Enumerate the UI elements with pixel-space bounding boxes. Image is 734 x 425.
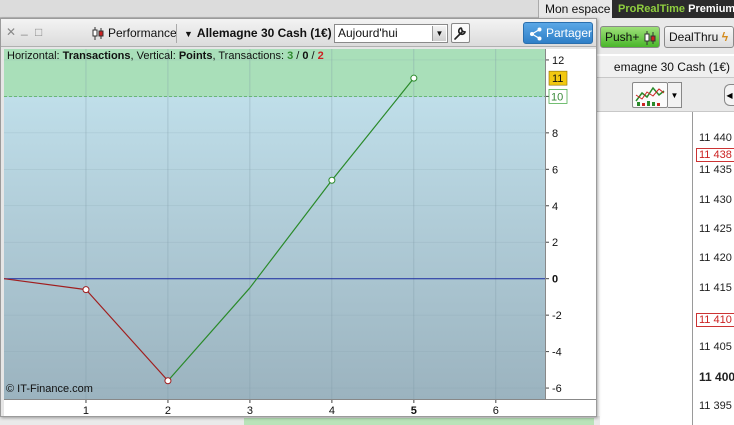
chart-canvas: [4, 49, 545, 399]
horizontal-value: Transactions: [62, 50, 131, 62]
last-value-label: 11: [552, 73, 563, 85]
x-tick-label: 4: [329, 405, 335, 417]
performance-chart: Horizontal: Transactions, Vertical: Poin…: [4, 49, 545, 399]
brand-tier: Premium: [688, 3, 734, 15]
price-level-label: 11 438: [696, 148, 734, 162]
performance-toolbar: ✕ _ □ Performance ▼ Allemagne 30 Cash (1€…: [1, 19, 596, 47]
wrench-icon: [454, 27, 467, 40]
push-plus-label: Push+: [605, 30, 640, 44]
dealthru-label: DealThru: [669, 30, 719, 44]
period-select[interactable]: Aujourd'hui ▼: [334, 24, 448, 43]
y-tick-label: -2: [552, 310, 562, 322]
performance-window: ✕ _ □ Performance ▼ Allemagne 30 Cash (1€…: [0, 18, 597, 417]
my-space-link[interactable]: Mon espace: [538, 0, 617, 18]
background-green-strip: [244, 418, 594, 425]
background-chart-toolbar: ▼ ◀: [596, 78, 734, 112]
performance-menu[interactable]: Performance: [91, 25, 177, 42]
add-indicator-button[interactable]: [632, 82, 668, 108]
plot-background: [4, 49, 545, 399]
minimize-window-icon[interactable]: _: [21, 23, 28, 35]
copyright-notice: © IT-Finance.com: [6, 383, 93, 395]
y-tick-label: 12: [552, 55, 564, 67]
data-point-marker: [410, 74, 418, 82]
y-tick-label: -6: [552, 383, 562, 395]
x-axis: 1 2 3 4 5 6: [4, 399, 596, 417]
chevron-down-icon: ▼: [184, 29, 193, 39]
chart-header: Horizontal: Transactions, Vertical: Poin…: [7, 50, 324, 62]
y-tick-label: 4: [552, 201, 558, 213]
brand-name: ProRealTime: [618, 3, 686, 15]
instrument-name: Allemagne 30 Cash (1€): [196, 26, 332, 40]
price-level-label: 11 400: [699, 370, 734, 384]
settings-button[interactable]: [451, 23, 470, 43]
vertical-label: Vertical:: [136, 50, 176, 62]
x-tick-label: 1: [83, 405, 89, 417]
indicator-icon: [635, 86, 665, 106]
lightning-icon: ϟ: [721, 30, 729, 44]
close-window-icon[interactable]: ✕: [6, 26, 16, 38]
data-point-marker: [328, 176, 336, 184]
price-level-label: 11 425: [699, 223, 732, 235]
instrument-selector[interactable]: ▼ Allemagne 30 Cash (1€): [184, 25, 332, 42]
horizontal-label: Horizontal:: [7, 50, 60, 62]
y-tick-label: 0: [552, 274, 558, 286]
dropdown-arrow-icon: ▼: [432, 26, 446, 41]
vertical-value: Points: [178, 50, 213, 62]
count-separator: /: [293, 50, 303, 62]
price-level-label: 11 435: [699, 164, 732, 176]
candlestick-icon: [92, 27, 104, 41]
price-level-label: 11 415: [699, 282, 732, 294]
x-tick-label: 6: [493, 405, 499, 417]
period-value: Aujourd'hui: [338, 26, 398, 40]
data-point-marker: [82, 286, 90, 294]
dealthru-button[interactable]: DealThru ϟ: [664, 26, 734, 48]
brand-logo: ProRealTime Premium: [612, 0, 734, 18]
data-point-marker: [164, 377, 172, 385]
y-tick-label: 8: [552, 128, 558, 140]
toolbar-separator: [176, 24, 177, 43]
y-tick-label: 2: [552, 237, 558, 249]
losing-trades-count: 2: [317, 50, 324, 62]
share-icon: [530, 27, 542, 41]
candles-icon: [644, 30, 656, 45]
push-plus-button[interactable]: Push+: [600, 26, 660, 48]
y-tick-label: 6: [552, 164, 558, 176]
y-axis: 121086420-2-4-61110: [545, 49, 596, 399]
price-level-label: 11 420: [699, 252, 732, 264]
background-chart-title: emagne 30 Cash (1€): [596, 56, 734, 78]
x-tick-label: 2: [165, 405, 171, 417]
price-level-label: 11 410: [696, 313, 734, 327]
share-button[interactable]: Partager: [523, 22, 593, 44]
performance-label: Performance: [108, 26, 177, 40]
x-tick-label: 5: [411, 405, 417, 417]
trading-toolbar: Push+ DealThru ϟ: [596, 18, 734, 54]
x-axis-canvas: 1 2 3 4 5 6: [83, 400, 499, 417]
x-tick-label: 3: [247, 405, 253, 417]
indicator-dropdown-arrow[interactable]: ▼: [668, 82, 682, 108]
background-price-axis: 11 440 11 438 11 435 11 430 11 425 11 420 11 4…: [692, 112, 734, 425]
price-level-label: 11 430: [699, 194, 732, 206]
collapse-panel-arrow[interactable]: ◀: [724, 84, 734, 106]
price-level-label: 11 395: [699, 400, 732, 412]
y-tick-label: -4: [552, 347, 562, 359]
count-separator: /: [308, 50, 318, 62]
maximize-window-icon[interactable]: □: [35, 26, 42, 38]
price-level-label: 11 405: [699, 341, 732, 353]
background-instrument-name: emagne 30 Cash (1€): [613, 60, 730, 74]
target-value-label: 10: [551, 91, 563, 103]
share-label: Partager: [546, 26, 593, 40]
price-level-label: 11 440: [699, 132, 732, 144]
y-axis-canvas: 121086420-2-4-61110: [546, 55, 568, 395]
transactions-label: Transactions:: [218, 50, 284, 62]
